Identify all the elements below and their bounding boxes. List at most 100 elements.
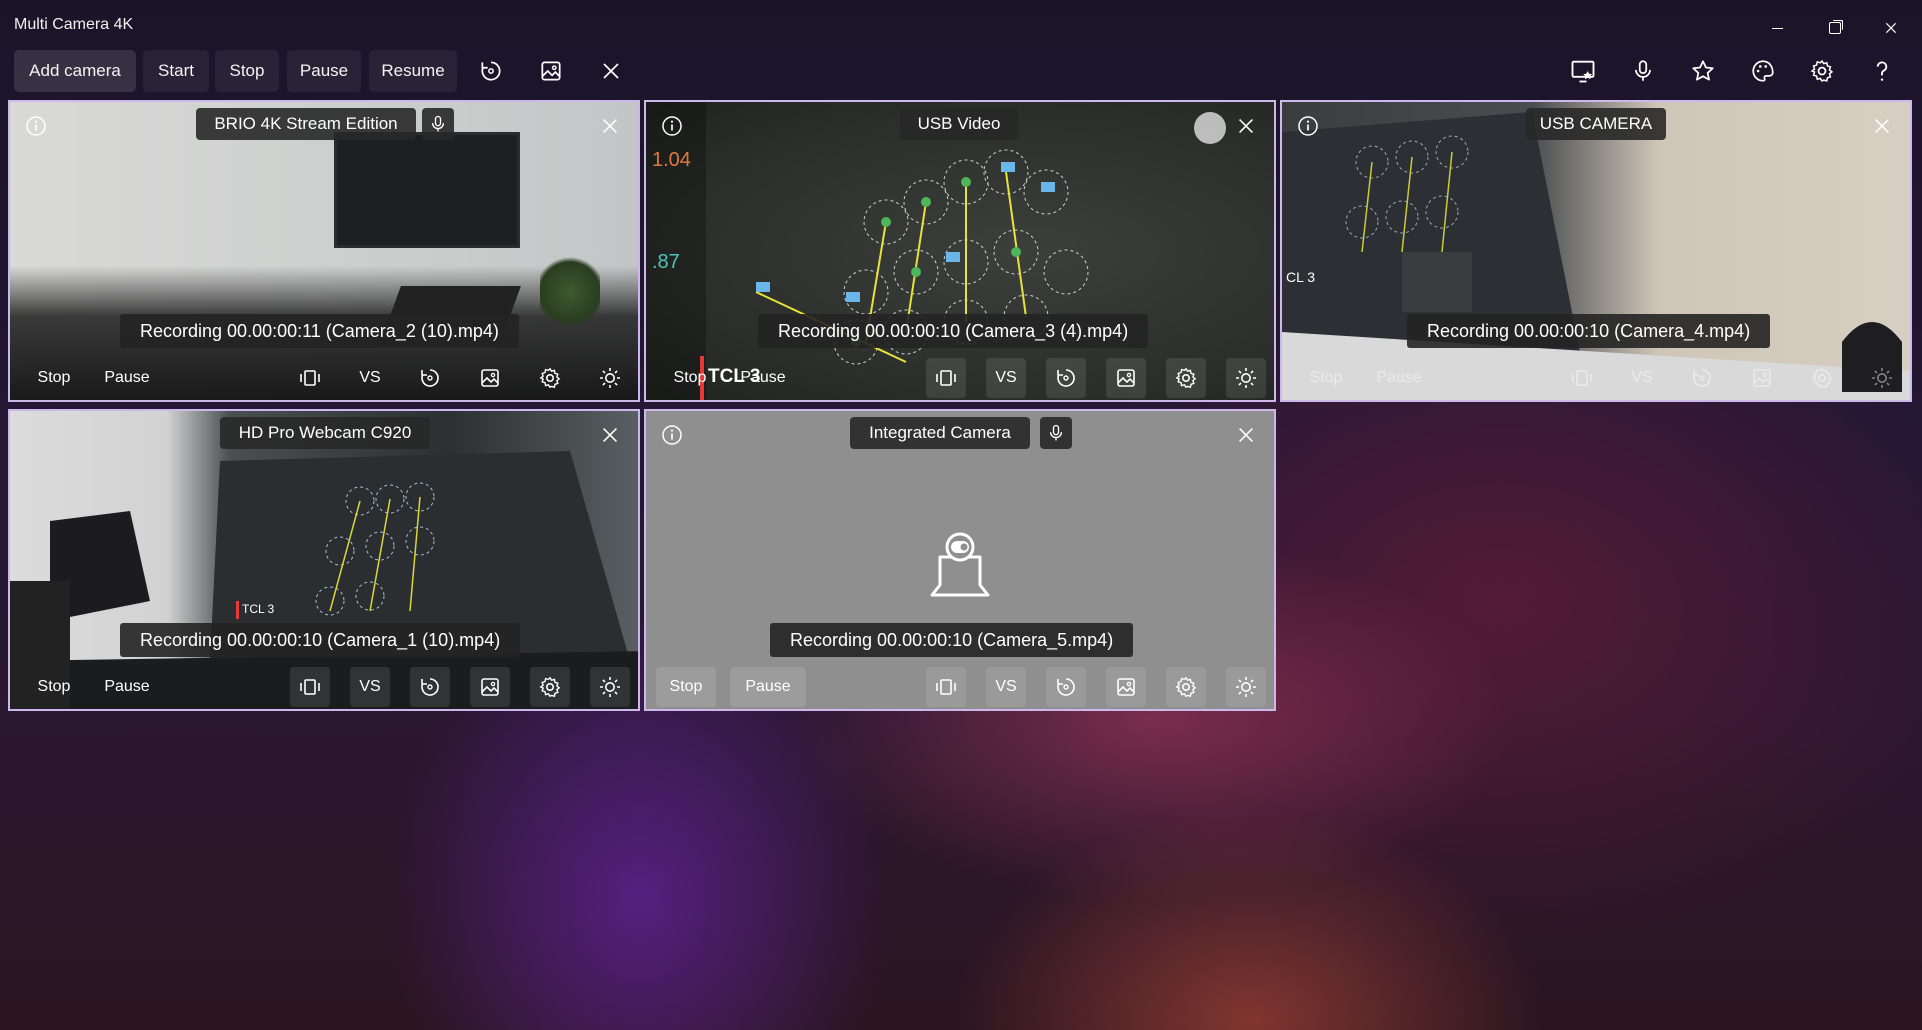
rotate-button[interactable] (1046, 358, 1086, 398)
microphone-icon (1046, 423, 1066, 443)
snapshot-button[interactable] (1106, 358, 1146, 398)
fit-button[interactable] (1562, 358, 1602, 398)
camera-settings-button[interactable] (1166, 667, 1206, 707)
snapshot-button[interactable] (1106, 667, 1146, 707)
camera-settings-button[interactable] (1802, 358, 1842, 398)
close-camera-button[interactable] (1232, 421, 1260, 449)
close-camera-button[interactable] (596, 421, 624, 449)
snapshot-all-button[interactable] (530, 50, 572, 92)
panel-pause-button[interactable]: Pause (94, 667, 160, 707)
close-camera-button[interactable] (596, 112, 624, 140)
main-toolbar: Add camera Start Stop Pause Resume (0, 48, 1922, 100)
brightness-button[interactable] (590, 358, 630, 398)
rotate-button[interactable] (410, 667, 450, 707)
close-camera-button[interactable] (1232, 112, 1260, 140)
svg-text:CL 3: CL 3 (1286, 269, 1315, 285)
mic-button[interactable] (1040, 417, 1072, 449)
fit-button[interactable] (926, 358, 966, 398)
camera-panel-usb-camera[interactable]: CL 3 USB CAMERA Recording 00.00:00:10 (C… (1280, 100, 1912, 402)
camera-feed: TCL 3 (10, 411, 638, 709)
rotate-button[interactable] (410, 358, 450, 398)
brightness-icon (1234, 366, 1258, 390)
snapshot-button[interactable] (1742, 358, 1782, 398)
settings-button[interactable] (1801, 50, 1843, 92)
camera-panel-hd-pro-webcam[interactable]: TCL 3 HD Pro Webcam C920 Recording 00.00… (8, 409, 640, 711)
brightness-button[interactable] (1226, 358, 1266, 398)
plant-in-feed (540, 252, 600, 332)
vs-button[interactable]: VS (986, 667, 1026, 707)
add-camera-button[interactable]: Add camera (14, 50, 136, 92)
brightness-button[interactable] (590, 667, 630, 707)
fit-button[interactable] (290, 667, 330, 707)
brightness-icon (598, 675, 622, 699)
theme-button[interactable] (1742, 50, 1784, 92)
rotate-icon (1054, 366, 1078, 390)
camera-panel-usb-video[interactable]: 1.04 .87 USB Video Recording 00.00:00:10… (644, 100, 1276, 402)
fit-icon (298, 366, 322, 390)
camera-settings-button[interactable] (530, 358, 570, 398)
info-button[interactable] (658, 112, 686, 140)
vs-button[interactable]: VS (986, 358, 1026, 398)
info-button[interactable] (22, 112, 50, 140)
camera-panel-integrated[interactable]: Integrated Camera Recording 00.00:00:10 … (644, 409, 1276, 711)
fit-button[interactable] (290, 358, 330, 398)
info-button[interactable] (1294, 112, 1322, 140)
window-close-button[interactable] (1868, 14, 1914, 42)
close-all-button[interactable] (590, 50, 632, 92)
microphone-icon (1630, 58, 1656, 84)
panel-pause-button[interactable]: Pause (730, 667, 806, 707)
mic-button[interactable] (422, 108, 454, 140)
camera-panel-brio[interactable]: BRIO 4K Stream Edition Recording 00.00:0… (8, 100, 640, 402)
svg-text:TCL 3: TCL 3 (242, 602, 275, 616)
diagram-in-feed: 1.04 .87 (646, 102, 1089, 400)
resume-button[interactable]: Resume (369, 50, 457, 92)
camera-name: BRIO 4K Stream Edition (196, 108, 416, 140)
panel-stop-button[interactable]: Stop (1296, 358, 1356, 398)
microphone-button[interactable] (1622, 50, 1664, 92)
camera-settings-button[interactable] (1166, 358, 1206, 398)
app-title: Multi Camera 4K (14, 16, 134, 33)
help-button[interactable] (1861, 50, 1903, 92)
close-icon (599, 115, 621, 137)
favorites-button[interactable] (1682, 50, 1724, 92)
close-icon (599, 59, 623, 83)
panel-stop-button[interactable]: Stop (24, 667, 84, 707)
rotate-all-button[interactable] (470, 50, 512, 92)
brightness-button[interactable] (1226, 667, 1266, 707)
info-button[interactable] (658, 421, 686, 449)
start-button[interactable]: Start (143, 50, 209, 92)
stop-button[interactable]: Stop (215, 50, 279, 92)
screen-capture-icon (1569, 57, 1597, 85)
vs-button[interactable]: VS (350, 358, 390, 398)
rotate-button[interactable] (1682, 358, 1722, 398)
panel-stop-button[interactable]: Stop (24, 358, 84, 398)
brightness-icon (1870, 366, 1894, 390)
panel-pause-button[interactable]: Pause (94, 358, 160, 398)
close-camera-button[interactable] (1868, 112, 1896, 140)
camera-settings-button[interactable] (530, 667, 570, 707)
laptop-in-feed: TCL 3 (10, 451, 638, 709)
brightness-icon (598, 366, 622, 390)
brightness-button[interactable] (1862, 358, 1902, 398)
vs-button[interactable]: VS (350, 667, 390, 707)
fit-button[interactable] (926, 667, 966, 707)
settings-icon (538, 675, 562, 699)
close-icon (1883, 20, 1899, 36)
snapshot-button[interactable] (470, 358, 510, 398)
info-icon (1296, 114, 1320, 138)
snapshot-button[interactable] (470, 667, 510, 707)
snapshot-icon (478, 675, 502, 699)
vs-button[interactable]: VS (1622, 358, 1662, 398)
rotate-button[interactable] (1046, 667, 1086, 707)
info-icon (660, 114, 684, 138)
panel-stop-button[interactable]: Stop (656, 667, 716, 707)
restore-button[interactable] (1812, 14, 1858, 42)
minimize-button[interactable] (1754, 14, 1800, 42)
screen-capture-button[interactable] (1562, 50, 1604, 92)
snapshot-icon (1750, 366, 1774, 390)
panel-pause-button[interactable]: Pause (730, 358, 796, 398)
settings-icon (1174, 366, 1198, 390)
microphone-icon (428, 114, 448, 134)
pause-button[interactable]: Pause (287, 50, 361, 92)
panel-pause-button[interactable]: Pause (1366, 358, 1432, 398)
